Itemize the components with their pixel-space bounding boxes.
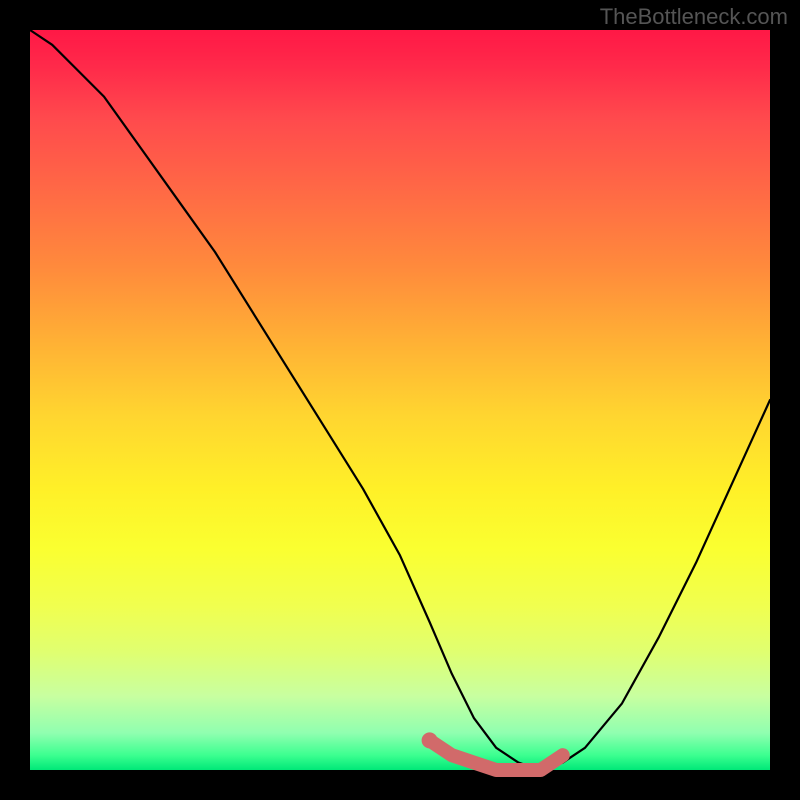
plot-area [30,30,770,770]
chart-svg [30,30,770,770]
watermark-text: TheBottleneck.com [600,4,788,30]
highlight-dot [422,732,438,748]
bottleneck-curve [30,30,770,770]
highlight-segment [430,740,563,770]
